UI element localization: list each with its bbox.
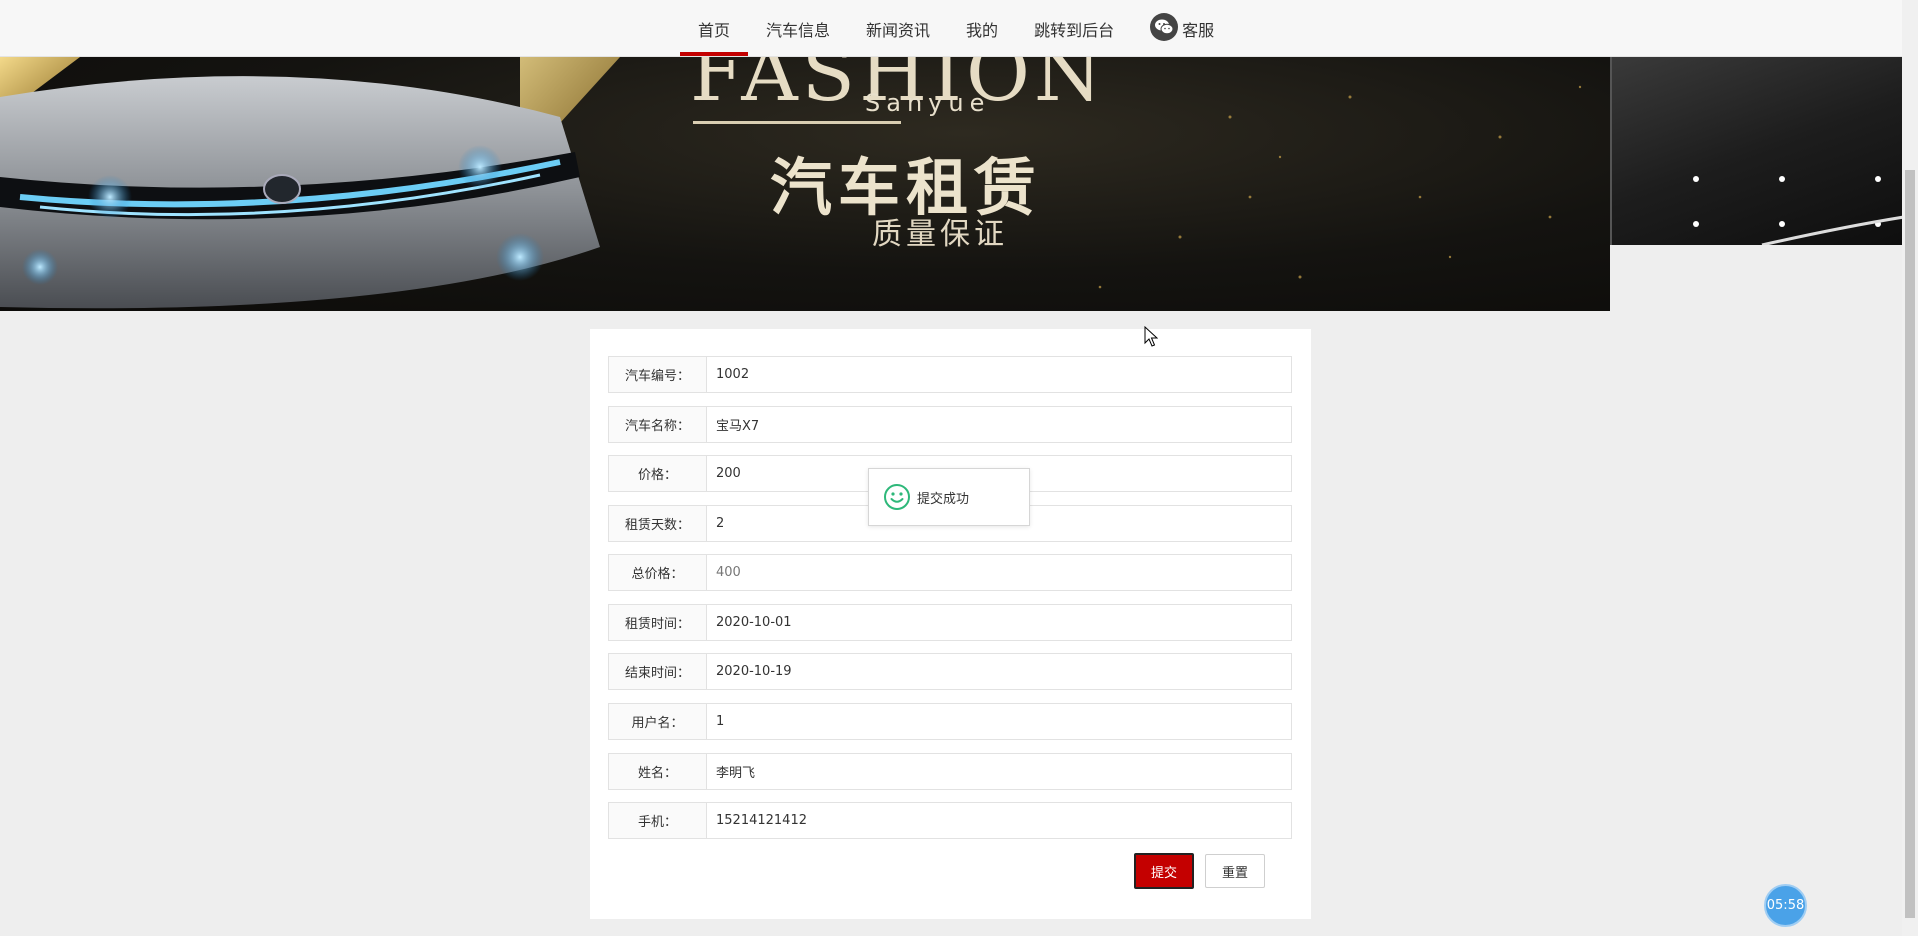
name-input[interactable] <box>707 754 1291 789</box>
form-row-username: 用户名： <box>608 703 1292 740</box>
form-row-name: 姓名： <box>608 753 1292 790</box>
form-row-car-name: 汽车名称： <box>608 406 1292 443</box>
nav-item-label: 跳转到后台 <box>1034 20 1115 40</box>
nav-item-admin[interactable]: 跳转到后台 <box>1016 0 1132 57</box>
smiley-icon <box>884 484 910 510</box>
banner-side-image <box>1610 57 1902 245</box>
banner-divider <box>693 121 901 124</box>
rental-days-label: 租赁天数： <box>609 506 707 541</box>
car-name-input[interactable] <box>707 407 1291 442</box>
nav-item-label: 我的 <box>966 20 999 40</box>
banner-image: FASHION Sanyue 汽车租赁 质量保证 <box>0 57 1610 311</box>
reset-button[interactable]: 重置 <box>1205 854 1265 888</box>
car-id-label: 汽车编号： <box>609 357 707 392</box>
page: 首页 汽车信息 新闻资讯 我的 跳转到后台 客服 FASHION Sanyue … <box>0 0 1918 936</box>
phone-input[interactable] <box>707 803 1291 838</box>
nav-item-customer-service[interactable]: 客服 <box>1132 0 1232 57</box>
total-price-input <box>707 555 1291 590</box>
car-id-input[interactable] <box>707 357 1291 392</box>
username-label: 用户名： <box>609 704 707 739</box>
nav-list: 首页 汽车信息 新闻资讯 我的 跳转到后台 客服 <box>680 0 1232 57</box>
page-scrollbar[interactable] <box>1902 0 1918 936</box>
total-price-label: 总价格： <box>609 555 707 590</box>
submit-button[interactable]: 提交 <box>1134 853 1194 889</box>
nav-item-label: 汽车信息 <box>766 20 831 40</box>
nav-item-mine[interactable]: 我的 <box>948 0 1016 57</box>
start-date-label: 租赁时间： <box>609 605 707 640</box>
username-input[interactable] <box>707 704 1291 739</box>
name-label: 姓名： <box>609 754 707 789</box>
form-row-phone: 手机： <box>608 802 1292 839</box>
form-row-total-price: 总价格： <box>608 554 1292 591</box>
form-row-car-id: 汽车编号： <box>608 356 1292 393</box>
banner-subtitle: 质量保证 <box>872 217 1008 252</box>
timer-badge[interactable]: 05:58 <box>1764 884 1807 927</box>
wechat-icon <box>1150 12 1179 41</box>
nav-item-news[interactable]: 新闻资讯 <box>848 0 948 57</box>
nav-item-label: 新闻资讯 <box>866 20 931 40</box>
phone-label: 手机： <box>609 803 707 838</box>
nav-item-label: 首页 <box>698 20 731 40</box>
nav-item-car-info[interactable]: 汽车信息 <box>748 0 848 57</box>
top-nav: 首页 汽车信息 新闻资讯 我的 跳转到后台 客服 <box>0 0 1902 57</box>
car-name-label: 汽车名称： <box>609 407 707 442</box>
toast-message: 提交成功 <box>917 491 970 507</box>
nav-item-home[interactable]: 首页 <box>680 0 749 57</box>
rental-form: 汽车编号： 汽车名称： 价格： 租赁天数： 总价格： 租赁时间： 结束时间： <box>590 329 1311 919</box>
banner-brand: Sanyue <box>865 89 991 117</box>
start-date-input[interactable] <box>707 605 1291 640</box>
price-label: 价格： <box>609 456 707 491</box>
nav-item-label: 客服 <box>1182 20 1215 40</box>
mouse-cursor-icon <box>1144 326 1158 347</box>
scrollbar-thumb[interactable] <box>1905 170 1915 918</box>
end-date-input[interactable] <box>707 654 1291 689</box>
form-row-end-date: 结束时间： <box>608 653 1292 690</box>
form-row-start-date: 租赁时间： <box>608 604 1292 641</box>
end-date-label: 结束时间： <box>609 654 707 689</box>
success-toast: 提交成功 <box>868 468 1030 526</box>
